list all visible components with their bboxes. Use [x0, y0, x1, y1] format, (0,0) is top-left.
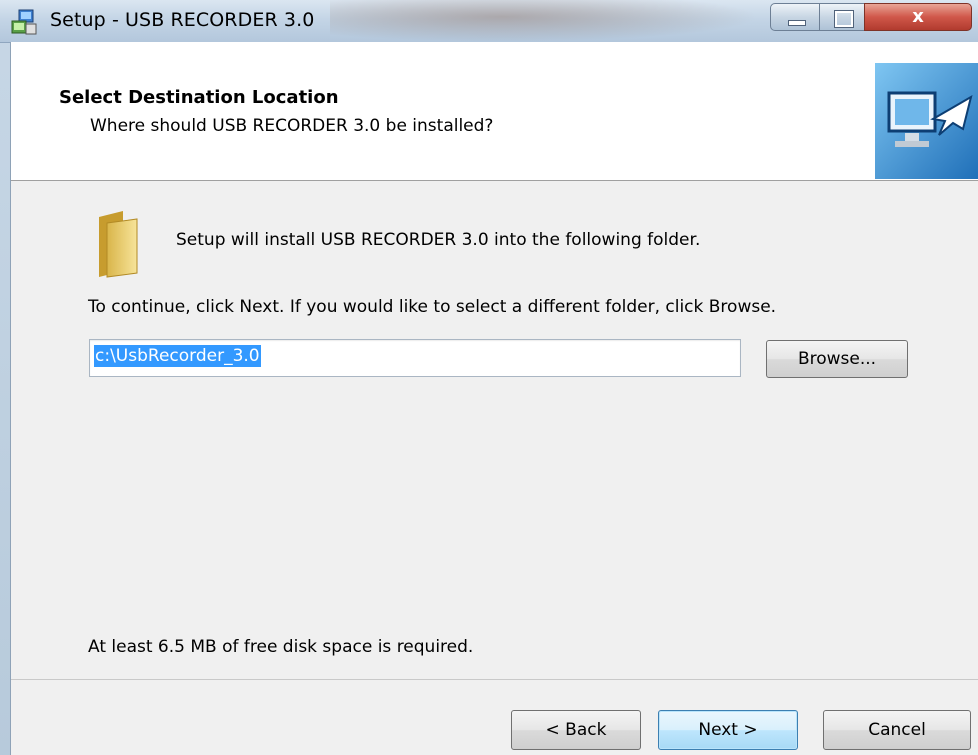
destination-path-value: c:\UsbRecorder_3.0 — [94, 345, 261, 367]
wizard-header: Select Destination Location Where should… — [11, 42, 978, 181]
cancel-button[interactable]: Cancel — [823, 710, 971, 750]
wizard-body: Setup will install USB RECORDER 3.0 into… — [11, 181, 978, 679]
close-icon: x — [912, 6, 924, 27]
computer-arrow-icon — [875, 63, 978, 179]
folder-icon — [99, 211, 138, 278]
disk-space-requirement: At least 6.5 MB of free disk space is re… — [88, 637, 474, 657]
destination-path-input[interactable]: c:\UsbRecorder_3.0 — [89, 339, 741, 377]
setup-window: Setup - USB RECORDER 3.0 x Select Destin… — [0, 0, 978, 755]
window-title: Setup - USB RECORDER 3.0 — [50, 9, 315, 31]
title-bar[interactable]: Setup - USB RECORDER 3.0 x — [0, 0, 978, 43]
minimize-button[interactable] — [770, 3, 820, 31]
maximize-button[interactable] — [819, 3, 865, 31]
close-button[interactable]: x — [864, 3, 972, 31]
page-subtitle: Where should USB RECORDER 3.0 be install… — [90, 116, 494, 136]
maximize-icon — [835, 11, 853, 27]
continue-instruction-text: To continue, click Next. If you would li… — [88, 297, 777, 317]
back-button[interactable]: < Back — [511, 710, 641, 750]
minimize-icon — [788, 20, 806, 26]
next-button[interactable]: Next > — [658, 710, 798, 750]
browse-button[interactable]: Browse... — [766, 340, 908, 378]
wizard-client-area: Select Destination Location Where should… — [10, 42, 978, 755]
install-folder-text: Setup will install USB RECORDER 3.0 into… — [176, 230, 701, 250]
page-title: Select Destination Location — [59, 87, 339, 108]
setup-app-icon — [11, 9, 37, 35]
wizard-footer: < Back Next > Cancel — [11, 679, 978, 755]
